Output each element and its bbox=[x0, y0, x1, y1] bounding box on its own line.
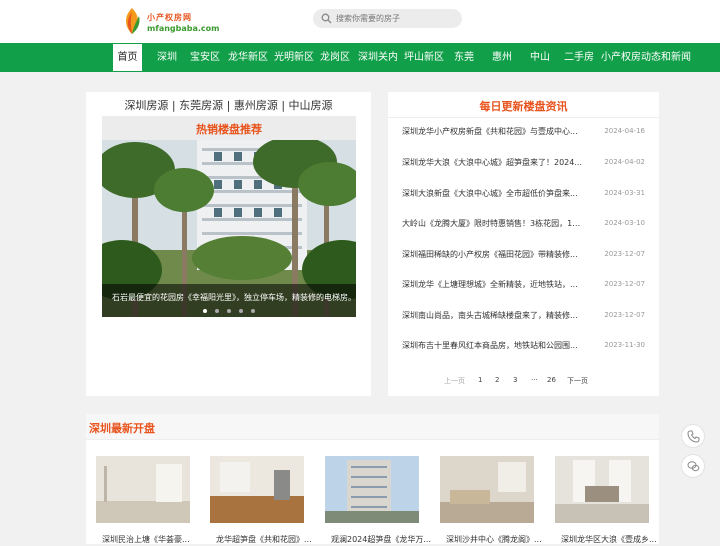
carousel-dot[interactable] bbox=[227, 309, 231, 313]
nav-item-dongguan[interactable]: 东莞 bbox=[454, 43, 474, 72]
news-item[interactable]: 深圳龙华大浪《大浪中心城》超笋盘来了！2024... 2024-04-02 bbox=[402, 155, 647, 171]
new-openings-panel: 深圳最新开盘 深圳民治上塘《华荟豪... 龙华超笋盘《共和花园》... 观澜20… bbox=[86, 414, 659, 544]
listing-card[interactable]: 龙华超笋盘《共和花园》... bbox=[210, 456, 312, 546]
nav-item-shenzhen[interactable]: 深圳 bbox=[157, 43, 177, 72]
listing-image[interactable] bbox=[440, 456, 534, 523]
news-item-title[interactable]: 深圳龙华小产权房新盘《共和花园》与壹成中心... bbox=[402, 126, 582, 137]
news-header: 每日更新楼盘资讯 bbox=[388, 92, 659, 118]
wechat-contact-button[interactable] bbox=[681, 454, 705, 478]
news-item-date: 2023-12-07 bbox=[604, 250, 645, 258]
news-item-date: 2023-12-07 bbox=[604, 311, 645, 319]
listing-image[interactable] bbox=[96, 456, 190, 523]
news-item[interactable]: 深圳龙华《上塘理想城》全新精装，近地铁站，... 2023-12-07 bbox=[402, 277, 647, 293]
listing-card[interactable]: 观澜2024超笋盘《龙华万... bbox=[325, 456, 431, 546]
news-item[interactable]: 深圳大浪新盘《大浪中心城》全市超低价笋盘来... 2024-03-31 bbox=[402, 186, 647, 202]
news-item-date: 2024-03-10 bbox=[604, 219, 645, 227]
phone-contact-button[interactable] bbox=[681, 424, 705, 448]
news-item-title[interactable]: 深圳龙华大浪《大浪中心城》超笋盘来了！2024... bbox=[402, 157, 582, 168]
news-item-title[interactable]: 深圳布吉十里春风红本商品房，地铁站和公园围... bbox=[402, 340, 582, 351]
news-title: 每日更新楼盘资讯 bbox=[479, 100, 568, 113]
pager-ellipsis: ··· bbox=[531, 376, 538, 384]
nav-item-longhua[interactable]: 龙华新区 bbox=[228, 43, 268, 72]
logo-text: 小产权房网 bbox=[147, 13, 192, 22]
news-item[interactable]: 深圳福田稀缺的小产权房《福田花园》带精装修... 2023-12-07 bbox=[402, 247, 647, 263]
nav-item-huizhou[interactable]: 惠州 bbox=[492, 43, 512, 72]
news-item-date: 2023-12-07 bbox=[604, 280, 645, 288]
new-openings-header: 深圳最新开盘 bbox=[86, 414, 659, 440]
top-bar: 小产权房网 mfangbaba.com bbox=[0, 0, 720, 43]
hot-listings-title: 热销楼盘推荐 bbox=[196, 123, 262, 136]
news-item-title[interactable]: 深圳南山尚品，南头古城稀缺楼盘来了，精装修... bbox=[402, 310, 582, 321]
news-item-date: 2024-04-16 bbox=[604, 127, 645, 135]
new-openings-title: 深圳最新开盘 bbox=[89, 422, 155, 435]
hot-listings-panel: 深圳房源 | 东莞房源 | 惠州房源 | 中山房源 热销楼盘推荐 石岩最便宜的花… bbox=[86, 92, 371, 396]
city-links[interactable]: 深圳房源 | 东莞房源 | 惠州房源 | 中山房源 bbox=[86, 97, 371, 113]
news-item[interactable]: 深圳南山尚品，南头古城稀缺楼盘来了，精装修... 2023-12-07 bbox=[402, 308, 647, 324]
pager-page-1[interactable]: 1 bbox=[478, 376, 482, 384]
pager-page-2[interactable]: 2 bbox=[495, 376, 499, 384]
news-item[interactable]: 深圳布吉十里春风红本商品房，地铁站和公园围... 2023-11-30 bbox=[402, 338, 647, 354]
carousel-caption[interactable]: 石岩最便宜的花园房《幸福阳光里》，独立停车场，精装修的电梯房。 bbox=[112, 292, 356, 303]
news-item[interactable]: 大岭山《龙腾大厦》限时特惠销售！3栋花园，1:... 2024-03-10 bbox=[402, 216, 647, 232]
nav-item-longgang[interactable]: 龙岗区 bbox=[320, 43, 350, 72]
pager-next[interactable]: 下一页 bbox=[567, 376, 588, 386]
carousel-dot[interactable] bbox=[239, 309, 243, 313]
news-item-date: 2024-04-02 bbox=[604, 158, 645, 166]
nav-item-guannei[interactable]: 深圳关内 bbox=[358, 43, 398, 72]
search-box[interactable] bbox=[313, 9, 462, 28]
listing-image[interactable] bbox=[325, 456, 419, 523]
nav-item-zhongshan[interactable]: 中山 bbox=[530, 43, 550, 72]
leaf-logo-icon bbox=[126, 8, 140, 34]
news-item-title[interactable]: 深圳福田稀缺的小产权房《福田花园》带精装修... bbox=[402, 249, 582, 260]
news-item[interactable]: 深圳龙华小产权房新盘《共和花园》与壹成中心... 2024-04-16 bbox=[402, 124, 647, 140]
news-item-title[interactable]: 深圳龙华《上塘理想城》全新精装，近地铁站，... bbox=[402, 279, 582, 290]
site-logo[interactable]: 小产权房网 mfangbaba.com bbox=[121, 6, 220, 36]
listing-image[interactable] bbox=[555, 456, 649, 523]
pager-last[interactable]: 26 bbox=[547, 376, 556, 384]
pager-prev[interactable]: 上一页 bbox=[444, 376, 465, 386]
nav-item-news[interactable]: 小产权房动态和新闻 bbox=[601, 43, 691, 72]
news-item-title[interactable]: 大岭山《龙腾大厦》限时特惠销售！3栋花园，1:... bbox=[402, 218, 582, 229]
listing-image[interactable] bbox=[210, 456, 304, 523]
search-input[interactable] bbox=[336, 11, 456, 26]
nav-item-pingshan[interactable]: 坪山新区 bbox=[404, 43, 444, 72]
news-item-date: 2023-11-30 bbox=[604, 341, 645, 349]
listing-card[interactable]: 深圳龙华区大浪《壹成乡... bbox=[555, 456, 657, 546]
news-panel: 每日更新楼盘资讯 深圳龙华小产权房新盘《共和花园》与壹成中心... 2024-04… bbox=[388, 92, 659, 396]
main-nav: 首页 深圳 宝安区 龙华新区 光明新区 龙岗区 深圳关内 坪山新区 东莞 惠州 … bbox=[0, 43, 720, 72]
news-item-title[interactable]: 深圳大浪新盘《大浪中心城》全市超低价笋盘来... bbox=[402, 188, 582, 199]
pagination: 上一页 1 2 3 ··· 26 下一页 bbox=[388, 376, 659, 388]
nav-item-secondhand[interactable]: 二手房 bbox=[564, 43, 594, 72]
logo-domain: mfangbaba.com bbox=[147, 24, 220, 33]
carousel-dot[interactable] bbox=[203, 309, 207, 313]
hot-listings-header: 热销楼盘推荐 bbox=[102, 116, 356, 140]
nav-item-home[interactable]: 首页 bbox=[113, 44, 142, 71]
pager-page-3[interactable]: 3 bbox=[513, 376, 517, 384]
phone-icon bbox=[687, 430, 700, 443]
search-icon[interactable] bbox=[321, 13, 332, 24]
listing-card[interactable]: 深圳沙井中心《腾龙阁》... bbox=[440, 456, 542, 546]
carousel-dot[interactable] bbox=[251, 309, 255, 313]
nav-item-guangming[interactable]: 光明新区 bbox=[274, 43, 314, 72]
carousel-indicators bbox=[102, 309, 356, 328]
carousel-dot[interactable] bbox=[215, 309, 219, 313]
wechat-icon bbox=[687, 461, 700, 472]
nav-item-baoan[interactable]: 宝安区 bbox=[190, 43, 220, 72]
listing-card[interactable]: 深圳民治上塘《华荟豪... bbox=[96, 456, 190, 546]
news-item-date: 2024-03-31 bbox=[604, 189, 645, 197]
